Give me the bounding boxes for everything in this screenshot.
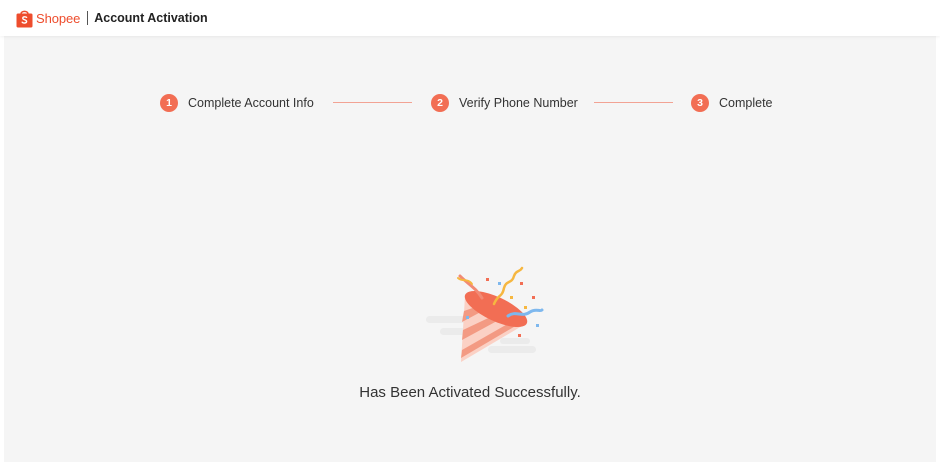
step-1-number: 1	[160, 94, 178, 112]
step-2: 2 Verify Phone Number	[431, 94, 578, 112]
header-divider	[87, 11, 89, 25]
step-3: 3 Complete	[691, 94, 773, 112]
page-title: Account Activation	[94, 11, 208, 25]
main-content: 1 Complete Account Info 2 Verify Phone N…	[4, 36, 936, 462]
step-1-label: Complete Account Info	[188, 96, 314, 110]
step-2-number: 2	[431, 94, 449, 112]
step-3-label: Complete	[719, 96, 773, 110]
activation-success-message: Has Been Activated Successfully.	[359, 384, 581, 401]
shopee-logo[interactable]: Shopee	[16, 9, 80, 28]
brand-name: Shopee	[36, 10, 81, 26]
shopee-bag-icon	[16, 10, 33, 27]
step-connector-1	[333, 102, 412, 103]
step-connector-2	[594, 102, 673, 103]
step-1: 1 Complete Account Info	[160, 94, 314, 112]
top-header: Shopee Account Activation	[0, 0, 940, 36]
step-3-number: 3	[691, 94, 709, 112]
party-popper-icon	[426, 266, 544, 362]
step-2-label: Verify Phone Number	[459, 96, 578, 110]
